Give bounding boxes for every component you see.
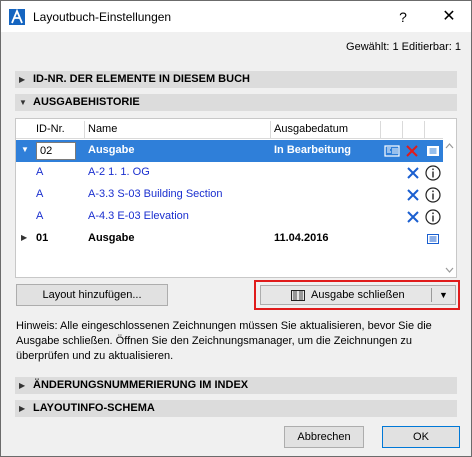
split-divider: [431, 288, 432, 302]
table-header: ID-Nr. Name Ausgabedatum: [16, 121, 443, 139]
collapsed-triangle-icon: ▶: [19, 404, 26, 413]
section-schema-label: LAYOUTINFO-SCHEMA: [33, 402, 155, 414]
close-button[interactable]: ✕: [439, 7, 459, 27]
remove-layout-icon[interactable]: [406, 166, 420, 180]
layout-id: A: [36, 210, 44, 222]
layout-name: A-4.3 E-03 Elevation: [88, 210, 189, 222]
issue-id-input[interactable]: 02: [36, 142, 76, 160]
dropdown-arrow-icon[interactable]: ▼: [439, 286, 448, 304]
drawing-manager-icon[interactable]: [384, 144, 400, 158]
table-scrollbar[interactable]: [443, 139, 456, 277]
column-separator: [270, 121, 271, 139]
collapsed-triangle-icon: ▶: [19, 75, 26, 84]
layout-id: A: [36, 166, 44, 178]
column-separator: [402, 121, 403, 139]
issue-id: 01: [36, 232, 49, 244]
layout-id: A: [36, 188, 44, 200]
delete-icon[interactable]: [406, 145, 418, 157]
add-layout-button[interactable]: Layout hinzufügen...: [16, 284, 168, 306]
info-icon[interactable]: [425, 187, 441, 203]
section-ids[interactable]: ▶ ID-NR. DER ELEMENTE IN DIESEM BUCH: [15, 71, 457, 88]
ok-button[interactable]: OK: [382, 426, 460, 448]
section-history[interactable]: ▼ AUSGABEHISTORIE: [15, 94, 457, 111]
selection-status: Gewählt: 1 Editierbar: 1: [346, 41, 461, 53]
dialog-window: Layoutbuch-Einstellungen ? ✕ Gewählt: 1 …: [0, 0, 472, 457]
table-row-issue-02[interactable]: ▼ 02 Ausgabe In Bearbeitung: [16, 140, 443, 162]
column-header-name[interactable]: Name: [88, 123, 117, 135]
issue-date: In Bearbeitung: [274, 144, 352, 156]
column-separator: [84, 121, 85, 139]
collapsed-triangle-icon[interactable]: ▶: [21, 233, 27, 242]
section-history-label: AUSGABEHISTORIE: [33, 96, 140, 108]
section-index-label: ÄNDERUNGSNUMMERIERUNG IM INDEX: [33, 379, 249, 391]
info-icon[interactable]: [425, 209, 441, 225]
window-title: Layoutbuch-Einstellungen: [33, 10, 172, 24]
issue-name: Ausgabe: [88, 232, 135, 244]
table-row-layout[interactable]: A A-4.3 E-03 Elevation: [16, 206, 443, 228]
close-issue-button[interactable]: Ausgabe schließen: [261, 286, 431, 304]
title-bar: Layoutbuch-Einstellungen ? ✕: [1, 1, 471, 32]
issue-details-icon[interactable]: [427, 234, 439, 244]
table-row-issue-01[interactable]: ▶ 01 Ausgabe 11.04.2016: [16, 228, 443, 250]
expanded-triangle-icon: ▼: [19, 98, 27, 107]
layout-name: A-2 1. 1. OG: [88, 166, 150, 178]
issue-date: 11.04.2016: [274, 232, 329, 244]
section-index[interactable]: ▶ ÄNDERUNGSNUMMERIERUNG IM INDEX: [15, 377, 457, 394]
hint-text: Hinweis: Alle eingeschlossenen Zeichnung…: [16, 320, 432, 362]
remove-layout-icon[interactable]: [406, 188, 420, 202]
issue-history-table: ID-Nr. Name Ausgabedatum ▼ 02 Ausgabe In…: [15, 118, 457, 278]
info-icon[interactable]: [425, 165, 441, 181]
issue-details-icon[interactable]: [427, 146, 439, 156]
cancel-button[interactable]: Abbrechen: [284, 426, 364, 448]
issue-name: Ausgabe: [88, 144, 135, 156]
archicad-app-icon: [9, 9, 25, 25]
close-issue-split-button[interactable]: Ausgabe schließen ▼: [260, 285, 456, 305]
column-separator: [424, 121, 425, 139]
layout-name: A-3.3 S-03 Building Section: [88, 188, 223, 200]
remove-layout-icon[interactable]: [406, 210, 420, 224]
help-button[interactable]: ?: [393, 7, 413, 27]
column-header-id[interactable]: ID-Nr.: [36, 123, 65, 135]
expand-triangle-icon[interactable]: ▼: [21, 145, 29, 154]
column-header-date[interactable]: Ausgabedatum: [274, 123, 348, 135]
table-row-layout[interactable]: A A-2 1. 1. OG: [16, 162, 443, 184]
section-ids-label: ID-NR. DER ELEMENTE IN DIESEM BUCH: [33, 73, 250, 85]
table-row-layout[interactable]: A A-3.3 S-03 Building Section: [16, 184, 443, 206]
section-schema[interactable]: ▶ LAYOUTINFO-SCHEMA: [15, 400, 457, 417]
column-separator: [380, 121, 381, 139]
collapsed-triangle-icon: ▶: [19, 381, 26, 390]
